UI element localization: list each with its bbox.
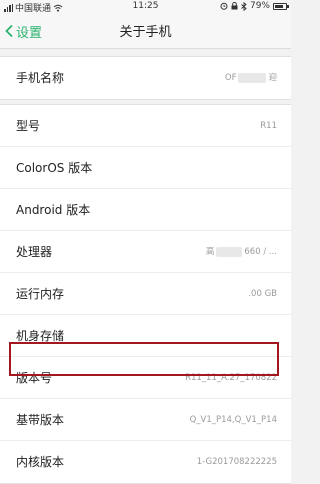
status-right: 79% — [220, 1, 289, 11]
device-name-group: 手机名称 OF 迎 — [0, 56, 291, 100]
alarm-icon — [220, 2, 228, 10]
row-label: 基带版本 — [16, 413, 65, 427]
build-number-highlight — [9, 342, 279, 376]
row-label: 运行内存 — [16, 287, 65, 301]
device-name-prefix: OF — [224, 73, 237, 83]
status-bar: 中国联通 11:25 79% — [0, 0, 291, 14]
row-value: Q_V1_P14,Q_V1_P14 — [189, 415, 277, 425]
page-title: 关于手机 — [119, 25, 172, 40]
row-label: Android 版本 — [16, 203, 91, 217]
battery-percent: 79% — [249, 1, 270, 11]
settings-row-android[interactable]: Android 版本 — [0, 189, 291, 231]
device-name-suffix: 迎 — [268, 73, 277, 83]
bluetooth-icon — [241, 1, 247, 11]
row-value: OF 迎 — [225, 57, 277, 99]
row-value: 高 660 / ... — [206, 231, 277, 273]
settings-row-ram[interactable]: 运行内存 .00 GB — [0, 273, 291, 315]
processor-prefix: 高 — [205, 247, 215, 257]
row-label: ColorOS 版本 — [16, 161, 93, 175]
row-value: R11 — [260, 121, 277, 131]
settings-row-coloros[interactable]: ColorOS 版本 — [0, 147, 291, 189]
settings-row-processor[interactable]: 处理器 高 660 / ... — [0, 231, 291, 273]
settings-row-baseband[interactable]: 基带版本 Q_V1_P14,Q_V1_P14 — [0, 399, 291, 441]
processor-suffix: 660 / ... — [244, 247, 277, 257]
battery-icon — [273, 2, 289, 10]
row-value: 1-G201708222225 — [196, 457, 277, 467]
settings-row-kernel[interactable]: 内核版本 1-G201708222225 — [0, 441, 291, 483]
row-label: 型号 — [16, 119, 41, 133]
redacted-area — [238, 72, 267, 83]
lock-icon — [231, 2, 238, 10]
settings-row-model[interactable]: 型号 R11 — [0, 105, 291, 147]
redacted-area — [216, 246, 243, 257]
row-value: .00 GB — [248, 289, 277, 299]
info-group: 型号 R11 ColorOS 版本 Android 版本 处理器 高 660 / … — [0, 104, 291, 484]
nav-bar: 设置 关于手机 — [0, 14, 291, 49]
settings-row-device-name[interactable]: 手机名称 OF 迎 — [0, 57, 291, 99]
row-label: 处理器 — [16, 245, 53, 259]
row-label: 手机名称 — [16, 71, 65, 85]
row-label: 内核版本 — [16, 455, 65, 469]
